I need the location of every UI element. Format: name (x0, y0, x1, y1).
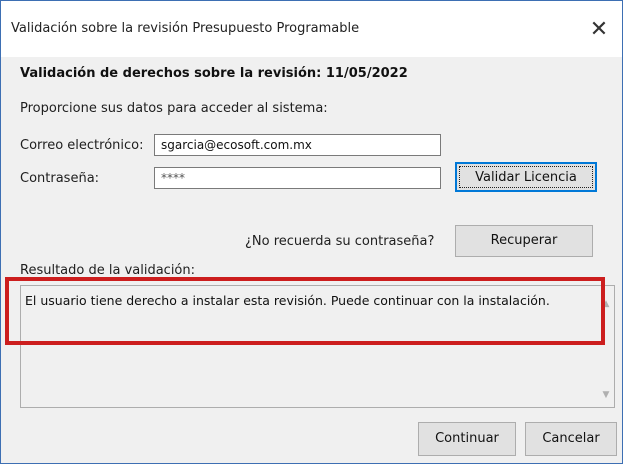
title-bar: Validación sobre la revisión Presupuesto… (1, 1, 622, 57)
validate-license-button[interactable]: Validar Licencia (455, 162, 597, 192)
scroll-up-icon[interactable]: ▲ (599, 296, 613, 312)
result-textbox[interactable]: El usuario tiene derecho a instalar esta… (20, 285, 615, 408)
password-field[interactable] (154, 167, 441, 189)
dialog-window: Validación sobre la revisión Presupuesto… (0, 0, 623, 464)
email-field[interactable] (154, 134, 441, 156)
result-label: Resultado de la validación: (20, 263, 195, 278)
close-icon[interactable]: ✕ (582, 13, 616, 47)
instructions-text: Proporcione sus datos para acceder al si… (20, 101, 328, 116)
continue-button[interactable]: Continuar (418, 422, 516, 456)
scroll-down-icon[interactable]: ▼ (599, 387, 613, 403)
forgot-password-text: ¿No recuerda su contraseña? (245, 234, 435, 249)
validate-license-label: Validar Licencia (459, 166, 593, 188)
email-label: Correo electrónico: (20, 138, 144, 153)
result-text: El usuario tiene derecho a instalar esta… (25, 293, 550, 308)
password-label: Contraseña: (20, 171, 100, 186)
validation-heading: Validación de derechos sobre la revisión… (20, 66, 408, 81)
window-title: Validación sobre la revisión Presupuesto… (11, 21, 360, 36)
recover-button[interactable]: Recuperar (455, 225, 593, 257)
cancel-button[interactable]: Cancelar (525, 422, 617, 456)
